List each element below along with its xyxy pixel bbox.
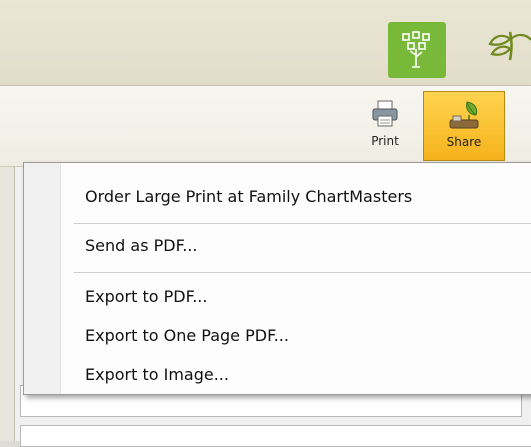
menu-item-order-large-print[interactable]: Order Large Print at Family ChartMasters <box>85 187 412 206</box>
family-tree-button[interactable] <box>388 22 446 78</box>
print-label: Print <box>371 134 399 148</box>
menu-item-export-to-pdf[interactable]: Export to PDF... <box>85 287 207 306</box>
family-tree-icon <box>402 31 430 68</box>
leaf-logo-icon <box>488 31 531 61</box>
share-icon <box>449 101 479 129</box>
left-panel <box>0 167 15 441</box>
share-dropdown-menu: Order Large Print at Family ChartMasters… <box>23 162 531 395</box>
menu-separator <box>74 223 531 224</box>
menu-icon-gutter <box>24 163 61 394</box>
text-field-lower[interactable] <box>20 425 531 447</box>
menu-item-export-one-page-pdf[interactable]: Export to One Page PDF... <box>85 326 289 345</box>
share-label: Share <box>446 135 482 149</box>
share-button[interactable]: Share <box>423 91 505 161</box>
print-button[interactable]: Print <box>354 91 416 161</box>
menu-separator <box>74 272 531 273</box>
menu-item-send-as-pdf[interactable]: Send as PDF... <box>85 236 197 255</box>
printer-icon <box>372 100 398 127</box>
menu-item-export-to-image[interactable]: Export to Image... <box>85 365 229 384</box>
top-toolbar <box>0 0 531 86</box>
